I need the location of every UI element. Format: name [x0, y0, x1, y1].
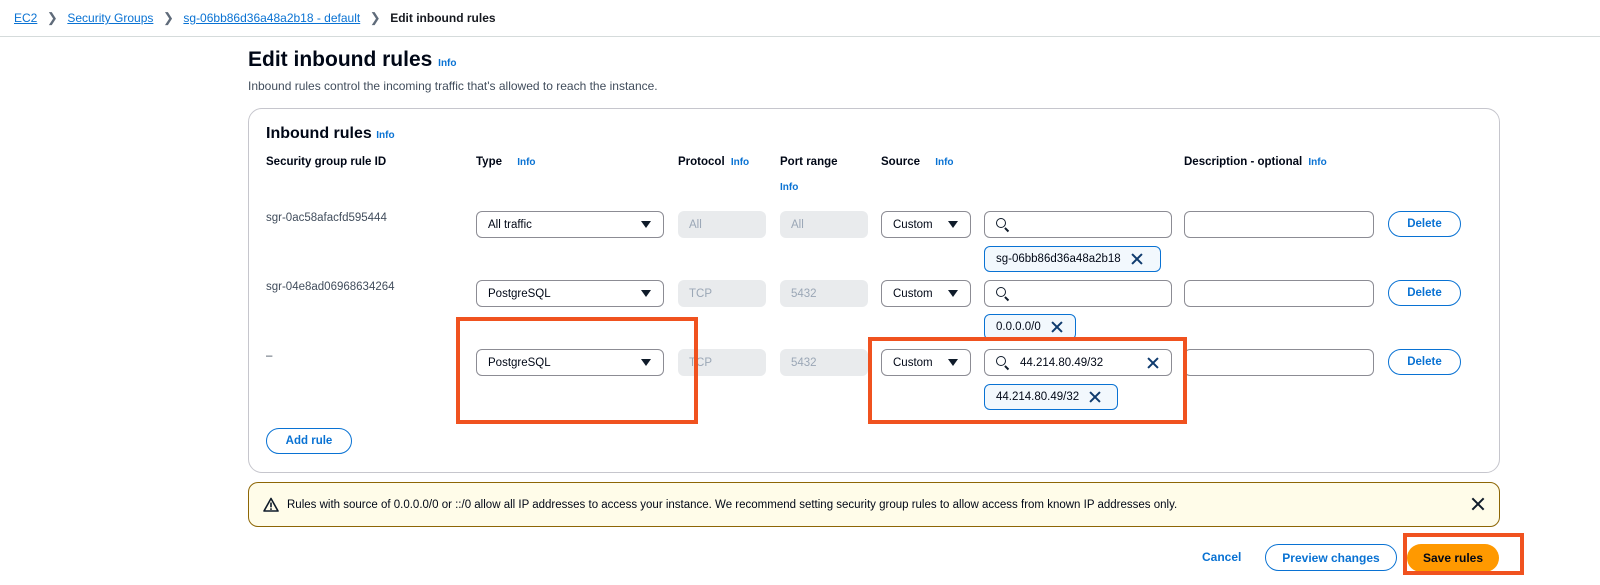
column-description: Description - optional Info [1184, 156, 1327, 168]
description-info-link[interactable]: Info [1308, 157, 1326, 168]
page-title-text: Edit inbound rules [248, 48, 433, 71]
close-icon[interactable] [1471, 497, 1485, 511]
warning-icon [263, 497, 279, 512]
column-protocol: Protocol Info [678, 156, 749, 168]
source-type-select[interactable]: Custom [881, 280, 971, 307]
description-input[interactable] [1184, 211, 1374, 238]
chevron-right-icon: ❯ [162, 10, 174, 25]
preview-changes-button[interactable]: Preview changes [1265, 544, 1397, 571]
column-description-label: Description - optional [1184, 156, 1303, 168]
breadcrumb-ec2[interactable]: EC2 [14, 11, 37, 25]
breadcrumb-security-group[interactable]: sg-06bb86d36a48a2b18 - default [183, 11, 360, 25]
rule-id: – [266, 350, 273, 362]
protocol-info-link[interactable]: Info [731, 157, 749, 168]
protocol-field: TCP [678, 280, 766, 307]
add-rule-button[interactable]: Add rule [266, 428, 352, 454]
delete-button[interactable]: Delete [1388, 349, 1461, 375]
panel-title: Inbound rules Info [266, 125, 395, 143]
source-search-input[interactable] [984, 211, 1172, 238]
source-token-label: 0.0.0.0/0 [996, 321, 1041, 333]
column-type: Type Info [476, 156, 536, 168]
caret-down-icon [948, 221, 958, 228]
description-input[interactable] [1184, 349, 1374, 376]
rule-id: sgr-04e8ad06968634264 [266, 281, 395, 293]
type-select[interactable]: PostgreSQL [476, 280, 664, 307]
source-token-label: sg-06bb86d36a48a2b18 [996, 253, 1121, 265]
caret-down-icon [641, 290, 651, 297]
breadcrumb: EC2 ❯ Security Groups ❯ sg-06bb86d36a48a… [0, 0, 1600, 37]
warning-alert: Rules with source of 0.0.0.0/0 or ::/0 a… [248, 482, 1500, 527]
caret-down-icon [641, 221, 651, 228]
delete-button[interactable]: Delete [1388, 211, 1461, 237]
highlight-box-source [868, 337, 1187, 424]
close-icon[interactable] [1131, 253, 1143, 265]
column-rule-id: Security group rule ID [266, 156, 387, 168]
chevron-right-icon: ❯ [369, 10, 381, 25]
search-icon [996, 217, 1010, 232]
alert-message: Rules with source of 0.0.0.0/0 or ::/0 a… [287, 498, 1178, 511]
port-range-field: All [780, 211, 868, 238]
protocol-field: All [678, 211, 766, 238]
panel-info-link[interactable]: Info [376, 130, 394, 141]
page-title: Edit inbound rules Info [248, 48, 457, 72]
port-range-field: 5432 [780, 280, 868, 307]
source-info-link[interactable]: Info [935, 157, 953, 168]
column-type-label: Type [476, 156, 502, 168]
source-type-value: Custom [893, 287, 933, 300]
search-icon [996, 286, 1010, 301]
caret-down-icon [948, 290, 958, 297]
source-search-input[interactable] [984, 280, 1172, 307]
type-select[interactable]: All traffic [476, 211, 664, 238]
breadcrumb-current: Edit inbound rules [390, 11, 496, 25]
breadcrumb-security-groups[interactable]: Security Groups [67, 11, 153, 25]
source-type-value: Custom [893, 218, 933, 231]
column-source-label: Source [881, 156, 920, 168]
port-range-info-link[interactable]: Info [780, 182, 798, 193]
column-source: Source Info [881, 156, 954, 168]
source-type-select[interactable]: Custom [881, 211, 971, 238]
rule-id: sgr-0ac58afacfd595444 [266, 212, 387, 224]
chevron-right-icon: ❯ [46, 10, 58, 25]
highlight-box-type [456, 317, 698, 424]
page-info-link[interactable]: Info [438, 58, 456, 69]
page-description: Inbound rules control the incoming traff… [248, 79, 658, 93]
type-select-value: PostgreSQL [488, 287, 551, 300]
description-input[interactable] [1184, 280, 1374, 307]
column-port-range: Port range [780, 156, 838, 168]
type-info-link[interactable]: Info [517, 157, 535, 168]
delete-button[interactable]: Delete [1388, 280, 1461, 306]
highlight-box-save [1403, 533, 1524, 575]
column-protocol-label: Protocol [678, 156, 725, 168]
cancel-button[interactable]: Cancel [1202, 550, 1241, 564]
source-token: sg-06bb86d36a48a2b18 [984, 246, 1161, 272]
close-icon[interactable] [1051, 321, 1063, 333]
panel-title-text: Inbound rules [266, 125, 372, 142]
type-select-value: All traffic [488, 218, 532, 231]
port-range-field: 5432 [780, 349, 868, 376]
